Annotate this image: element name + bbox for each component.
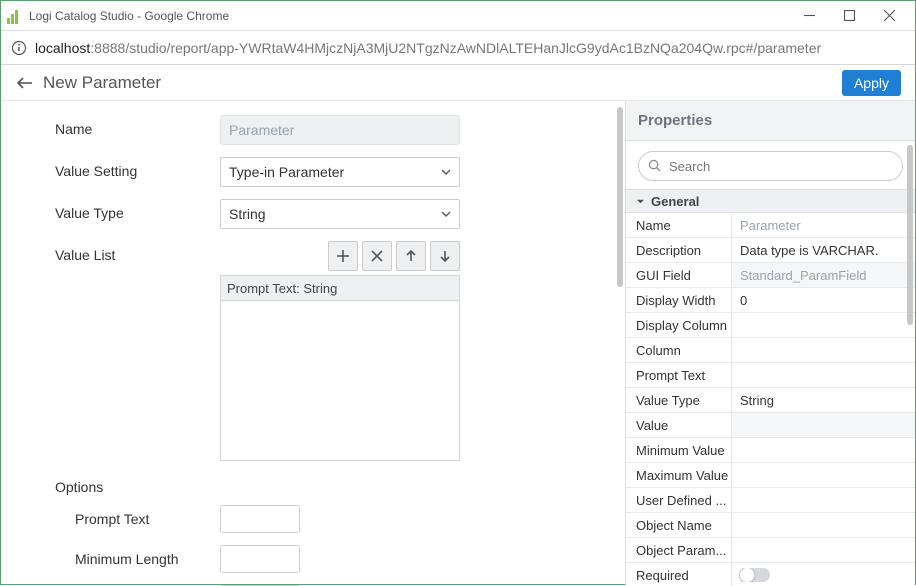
chevron-down-icon <box>441 200 451 228</box>
required-toggle[interactable] <box>740 568 770 582</box>
prop-val-required[interactable] <box>732 568 915 582</box>
valuelist-body[interactable] <box>220 301 460 461</box>
prop-val-name[interactable]: Parameter <box>732 218 915 233</box>
add-button[interactable] <box>328 241 358 271</box>
prop-key: Display Column <box>626 313 732 337</box>
properties-title: Properties <box>626 101 915 141</box>
min-length-label: Minimum Length <box>75 551 220 567</box>
prop-key: Description <box>626 238 732 262</box>
valuesetting-label: Value Setting <box>55 157 220 179</box>
properties-group-header[interactable]: General <box>626 189 915 213</box>
prop-key: User Defined ... <box>626 488 732 512</box>
remove-button[interactable] <box>362 241 392 271</box>
prop-val-value[interactable] <box>732 413 915 437</box>
chevron-down-icon <box>441 158 451 186</box>
prop-key: Object Param... <box>626 538 732 562</box>
page-header: New Parameter Apply <box>1 65 915 101</box>
move-down-button[interactable] <box>430 241 460 271</box>
prop-val-guifield[interactable]: Standard_ParamField <box>732 263 915 287</box>
properties-search-input[interactable] <box>638 151 903 181</box>
apply-button[interactable]: Apply <box>842 70 901 96</box>
prop-key: Column <box>626 338 732 362</box>
app-icon <box>7 8 23 24</box>
prop-val-displaywidth[interactable]: 0 <box>732 293 915 308</box>
valuelist-label: Value List <box>55 241 220 263</box>
url-text: localhost:8888/studio/report/app-YWRtaW4… <box>35 40 821 56</box>
valuesetting-select[interactable]: Type-in Parameter <box>220 157 460 187</box>
name-label: Name <box>55 115 220 137</box>
window-titlebar: Logi Catalog Studio - Google Chrome <box>1 1 915 31</box>
min-length-input[interactable] <box>220 545 300 573</box>
main-scrollbar[interactable] <box>617 107 623 580</box>
window-maximize-button[interactable] <box>829 2 869 30</box>
window-title: Logi Catalog Studio - Google Chrome <box>29 9 789 23</box>
info-icon <box>11 40 27 56</box>
chevron-down-icon <box>636 197 645 206</box>
page-title: New Parameter <box>43 73 842 93</box>
prop-key: Prompt Text <box>626 363 732 387</box>
prop-key: GUI Field <box>626 263 732 287</box>
prop-key: Required <box>626 563 732 586</box>
valuetype-label: Value Type <box>55 199 220 221</box>
prop-key: Name <box>626 213 732 237</box>
valuelist-column-header: Prompt Text: String <box>220 275 460 301</box>
prop-key: Object Name <box>626 513 732 537</box>
back-arrow-icon[interactable] <box>15 73 35 93</box>
valuetype-select[interactable]: String <box>220 199 460 229</box>
main-form-pane: Name Parameter Value Setting Type-in Par… <box>1 101 625 586</box>
search-icon <box>648 159 661 172</box>
prompt-text-input[interactable] <box>220 505 300 533</box>
move-up-button[interactable] <box>396 241 426 271</box>
properties-scrollbar[interactable] <box>907 145 913 325</box>
window-minimize-button[interactable] <box>789 2 829 30</box>
name-input[interactable]: Parameter <box>220 115 460 145</box>
prop-key: Maximum Value <box>626 463 732 487</box>
options-section-label: Options <box>55 479 625 495</box>
browser-address-bar[interactable]: localhost:8888/studio/report/app-YWRtaW4… <box>1 31 915 65</box>
prompt-text-label: Prompt Text <box>75 511 220 527</box>
prop-key: Value Type <box>626 388 732 412</box>
window-close-button[interactable] <box>869 2 909 30</box>
prop-key: Value <box>626 413 732 437</box>
prop-val-valuetype[interactable]: String <box>732 393 915 408</box>
prop-key: Display Width <box>626 288 732 312</box>
prop-key: Minimum Value <box>626 438 732 462</box>
prop-val-description[interactable]: Data type is VARCHAR. <box>732 243 915 258</box>
properties-panel: Properties General NameParameter Descrip… <box>625 101 915 586</box>
